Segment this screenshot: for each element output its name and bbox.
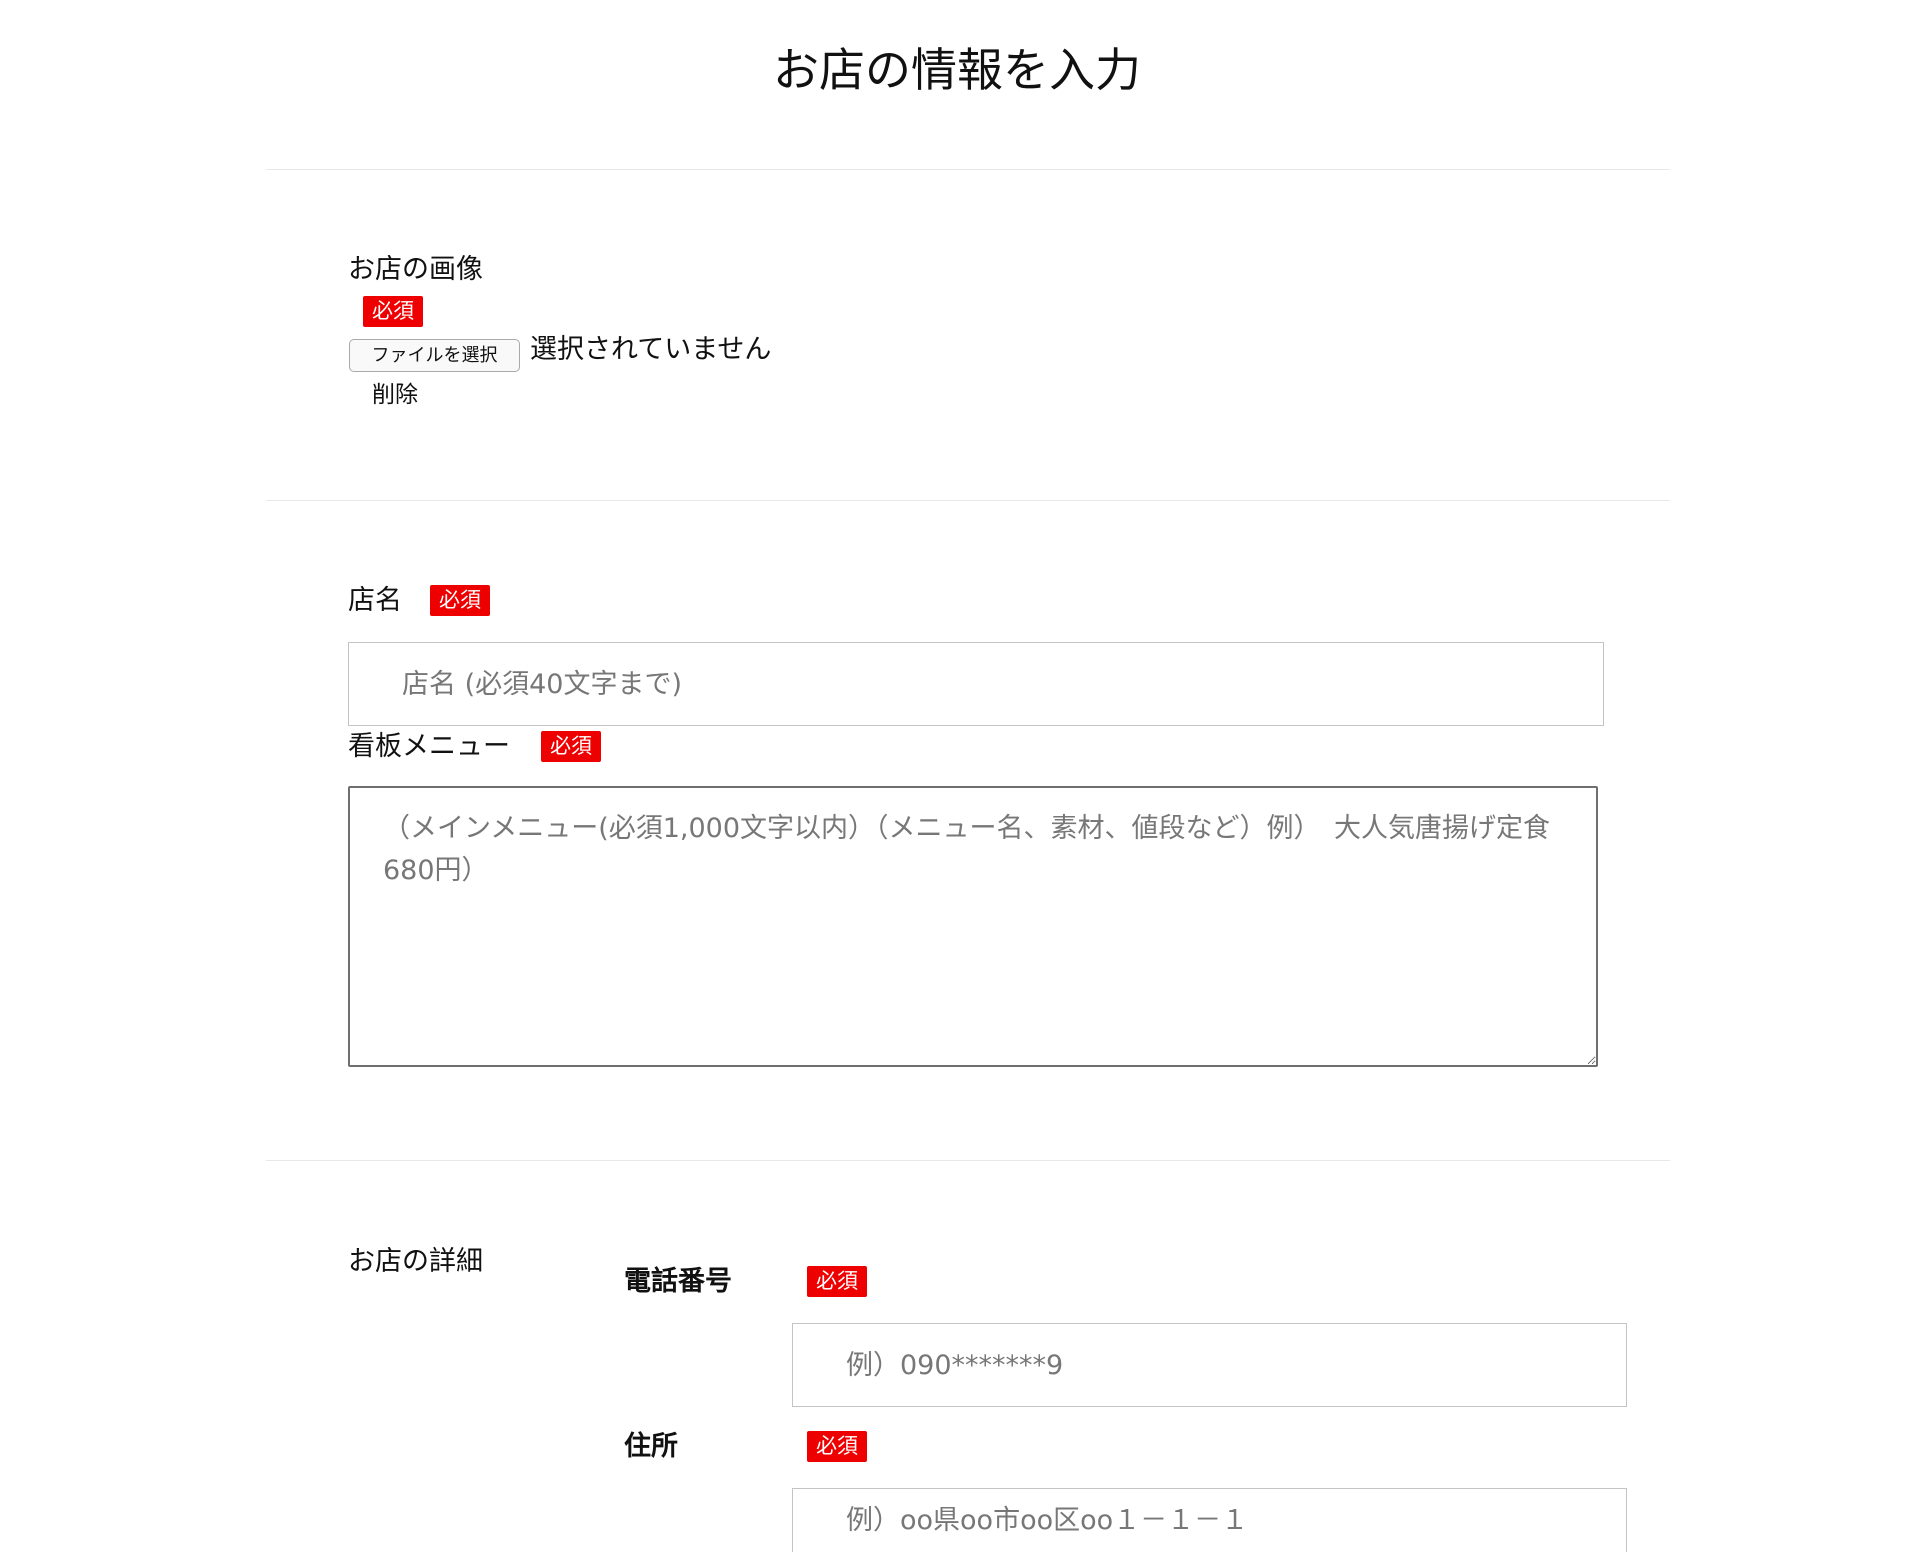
- signature-menu-label: 看板メニュー: [348, 731, 510, 762]
- shop-name-label: 店名: [348, 585, 402, 616]
- delete-image-button[interactable]: 削除: [372, 379, 418, 411]
- shop-image-label: お店の画像: [348, 254, 483, 285]
- phone-label: 電話番号: [624, 1266, 732, 1297]
- page-title: お店の情報を入力: [773, 43, 1141, 97]
- address-label: 住所: [624, 1431, 678, 1462]
- required-badge: 必須: [430, 585, 490, 616]
- shop-details-label: お店の詳細: [348, 1246, 483, 1277]
- section-divider: [266, 500, 1670, 501]
- phone-input[interactable]: [792, 1323, 1627, 1407]
- address-input[interactable]: [792, 1488, 1627, 1552]
- required-badge: 必須: [807, 1266, 867, 1297]
- signature-menu-textarea[interactable]: [348, 786, 1598, 1067]
- required-badge: 必須: [363, 296, 423, 327]
- shop-name-input[interactable]: [348, 642, 1604, 726]
- required-badge: 必須: [541, 731, 601, 762]
- file-status-text: 選択されていません: [530, 334, 772, 365]
- section-divider: [266, 1160, 1670, 1161]
- section-divider: [266, 169, 1670, 170]
- required-badge: 必須: [807, 1431, 867, 1462]
- choose-file-button[interactable]: ファイルを選択: [349, 339, 520, 372]
